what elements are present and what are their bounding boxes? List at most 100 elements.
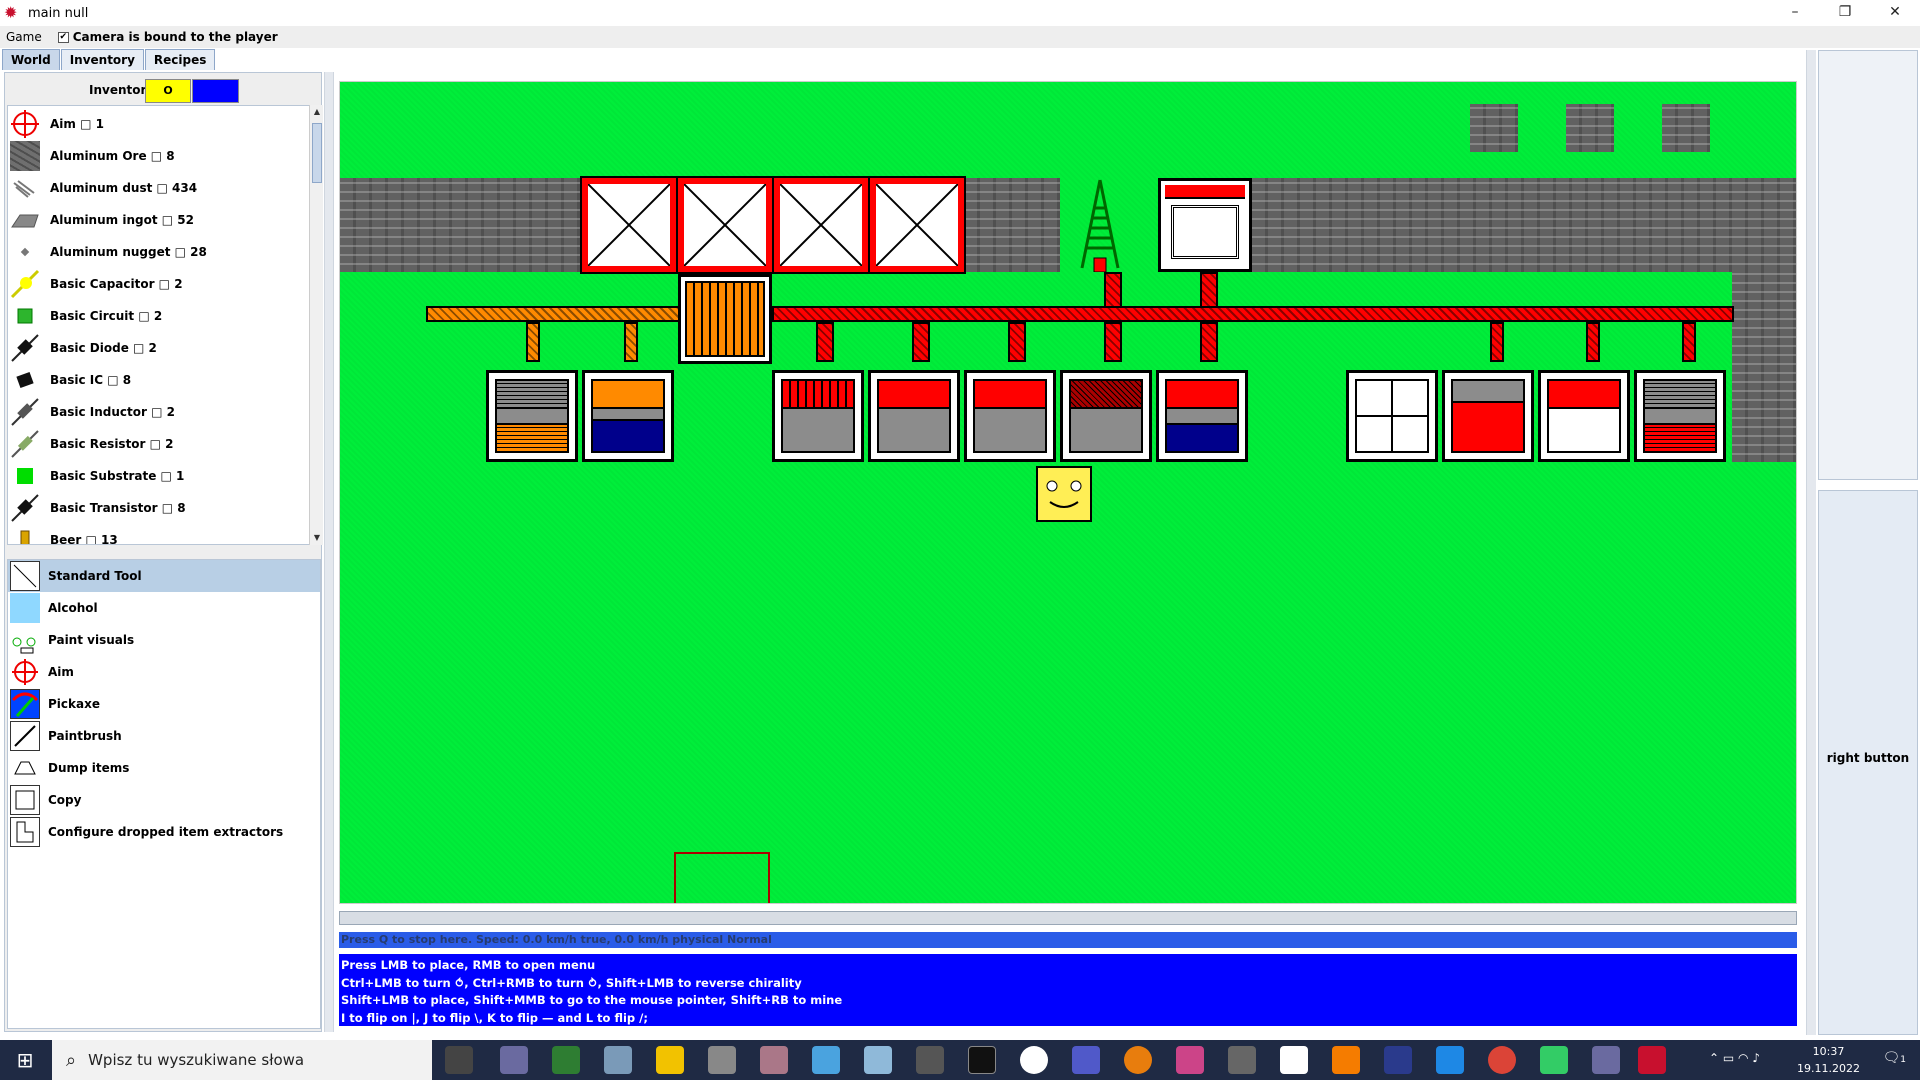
orange-assembler[interactable]	[678, 274, 772, 364]
tab-inventory[interactable]: Inventory	[60, 49, 144, 70]
red-conveyor[interactable]	[1682, 322, 1696, 362]
app-icon[interactable]	[760, 1046, 788, 1074]
red-machine[interactable]	[964, 370, 1056, 462]
red-conveyor[interactable]	[1104, 322, 1122, 362]
stone-wall[interactable]	[964, 178, 1060, 272]
app-gear-icon[interactable]	[1638, 1046, 1666, 1074]
app-icon[interactable]	[1436, 1046, 1464, 1074]
red-blue-machine[interactable]	[1156, 370, 1248, 462]
tool-standard[interactable]: Standard Tool	[8, 560, 320, 592]
tool-paintbrush[interactable]: Paintbrush	[8, 720, 320, 752]
storage-crate[interactable]	[868, 176, 966, 274]
list-item[interactable]: Basic Diode □ 2	[8, 332, 308, 364]
list-item[interactable]: Aluminum nugget □ 28	[8, 236, 308, 268]
tool-aim[interactable]: Aim	[8, 656, 320, 688]
tool-pickaxe[interactable]: Pickaxe	[8, 688, 320, 720]
red-conveyor[interactable]	[1008, 322, 1026, 362]
app-icon[interactable]	[916, 1046, 944, 1074]
scroll-up-icon[interactable]: ▲	[310, 105, 324, 119]
tool-dump-items[interactable]: Dump items	[8, 752, 320, 784]
close-button[interactable]: ✕	[1870, 0, 1920, 26]
app-icon[interactable]	[500, 1046, 528, 1074]
red-machine[interactable]	[1060, 370, 1152, 462]
tab-world[interactable]: World	[2, 49, 60, 70]
list-item[interactable]: Basic Inductor □ 2	[8, 396, 308, 428]
orange-blue-machine[interactable]	[582, 370, 674, 462]
tool-configure-extractors[interactable]: Configure dropped item extractors	[8, 816, 320, 848]
inventory-scrollbar[interactable]: ▲ ▼	[309, 105, 323, 545]
minimize-button[interactable]: –	[1770, 0, 1820, 26]
taskbar-search[interactable]: ⌕ Wpisz tu wyszukiwane słowa	[52, 1040, 432, 1080]
list-item[interactable]: Basic Transistor □ 8	[8, 492, 308, 524]
transmission-tower[interactable]	[1074, 178, 1126, 273]
red-conveyor[interactable]	[912, 322, 930, 362]
scroll-down-icon[interactable]: ▼	[310, 531, 324, 545]
red-conveyor[interactable]	[816, 322, 834, 362]
inventory-yellow-swatch[interactable]: O	[145, 79, 191, 103]
grid-machine[interactable]	[1538, 370, 1630, 462]
player-avatar[interactable]	[1036, 466, 1092, 522]
tab-recipes[interactable]: Recipes	[144, 49, 216, 70]
document-icon[interactable]	[1280, 1046, 1308, 1074]
red-conveyor[interactable]	[1200, 322, 1218, 362]
stone-block[interactable]	[1566, 104, 1614, 152]
miner-machine[interactable]	[1442, 370, 1534, 462]
list-item[interactable]: Aim □ 1	[8, 108, 308, 140]
stone-wall[interactable]	[1252, 178, 1796, 272]
red-conveyor[interactable]	[772, 306, 1734, 322]
list-item[interactable]: Basic Resistor □ 2	[8, 428, 308, 460]
orange-conveyor[interactable]	[624, 322, 638, 362]
blender-icon[interactable]	[1124, 1046, 1152, 1074]
furnace-machine[interactable]	[486, 370, 578, 462]
red-machine[interactable]	[772, 370, 864, 462]
app-icon[interactable]	[1176, 1046, 1204, 1074]
app-icon[interactable]	[1540, 1046, 1568, 1074]
app-icon[interactable]	[1332, 1046, 1360, 1074]
clock[interactable]: 10:37 19.11.2022	[1797, 1043, 1860, 1077]
stone-block[interactable]	[1662, 104, 1710, 152]
app-icon[interactable]	[1592, 1046, 1620, 1074]
stone-wall[interactable]	[340, 178, 580, 272]
windows-start-icon[interactable]: ⊞	[0, 1040, 50, 1080]
save-icon[interactable]	[1384, 1046, 1412, 1074]
camera-bound-label[interactable]: Camera is bound to the player	[73, 30, 278, 44]
red-machine[interactable]	[868, 370, 960, 462]
red-conveyor[interactable]	[1490, 322, 1504, 362]
notification-icon[interactable]: 🗨1	[1882, 1050, 1906, 1066]
app-icon[interactable]	[812, 1046, 840, 1074]
app-icon[interactable]	[604, 1046, 632, 1074]
red-conveyor[interactable]	[1200, 272, 1218, 308]
app-icon[interactable]	[1228, 1046, 1256, 1074]
list-item[interactable]: Basic IC □ 8	[8, 364, 308, 396]
orange-conveyor[interactable]	[426, 306, 682, 322]
right-splitter[interactable]	[1806, 50, 1816, 1035]
app-icon[interactable]	[864, 1046, 892, 1074]
scroll-thumb[interactable]	[312, 123, 322, 183]
inventory-list[interactable]: Aim □ 1 Aluminum Ore □ 8 Aluminum dust □…	[7, 105, 311, 545]
storage-crate[interactable]	[676, 176, 774, 274]
grid-machine[interactable]	[1346, 370, 1438, 462]
list-item[interactable]: Aluminum Ore □ 8	[8, 140, 308, 172]
list-item[interactable]: Basic Substrate □ 1	[8, 460, 308, 492]
tool-copy[interactable]: Copy	[8, 784, 320, 816]
system-tray[interactable]: ⌃ ▭ ◠ ♪	[1709, 1051, 1760, 1065]
file-explorer-icon[interactable]	[656, 1046, 684, 1074]
list-item[interactable]: Aluminum dust □ 434	[8, 172, 308, 204]
list-item[interactable]: Basic Capacitor □ 2	[8, 268, 308, 300]
stone-block[interactable]	[1470, 104, 1518, 152]
chrome-icon[interactable]	[1488, 1046, 1516, 1074]
storage-crate[interactable]	[772, 176, 870, 274]
inventory-blue-swatch[interactable]	[192, 79, 239, 103]
camera-bound-checkbox[interactable]: ✔	[57, 31, 69, 43]
world-view[interactable]	[339, 81, 1797, 904]
terminal-icon[interactable]	[968, 1046, 996, 1074]
list-item[interactable]: Aluminum ingot □ 52	[8, 204, 308, 236]
orange-conveyor[interactable]	[526, 322, 540, 362]
menu-game[interactable]: Game	[6, 30, 42, 44]
app-icon[interactable]	[708, 1046, 736, 1074]
teams-icon[interactable]	[1072, 1046, 1100, 1074]
furnace-machine[interactable]	[1634, 370, 1726, 462]
panel-splitter[interactable]	[324, 72, 334, 1032]
tool-paint-visuals[interactable]: Paint visuals	[8, 624, 320, 656]
red-conveyor[interactable]	[1104, 272, 1122, 308]
